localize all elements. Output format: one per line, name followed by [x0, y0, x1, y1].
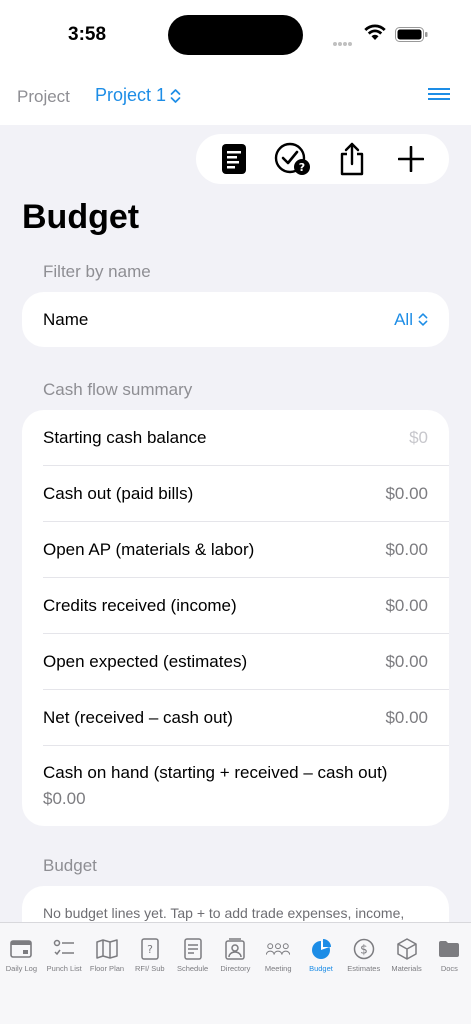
add-button[interactable]	[391, 139, 431, 179]
tab-label: Materials	[391, 964, 422, 973]
row-label: Cash on hand (starting + received – cash…	[43, 763, 388, 782]
row-label: Cash out (paid bills)	[43, 483, 194, 503]
net-value: $0.00	[385, 707, 428, 727]
cash-on-hand-value: $0.00	[43, 789, 86, 808]
review-status-button[interactable]: ?	[273, 139, 313, 179]
tab-label: Directory	[220, 964, 251, 973]
project-picker[interactable]: Project 1	[95, 85, 181, 106]
name-filter-value: All	[394, 309, 413, 329]
plus-icon	[398, 146, 425, 172]
tab-label: Meeting	[264, 964, 292, 973]
project-label: Project	[17, 87, 70, 106]
tab-label: RFI/ Sub	[134, 964, 165, 973]
share-icon	[340, 142, 364, 176]
starting-cash-row[interactable]: Starting cash balance $0	[43, 410, 449, 466]
row-label: Open expected (estimates)	[43, 651, 248, 671]
status-time: 3:58	[68, 24, 107, 45]
status-bar: 3:58	[0, 0, 471, 70]
schedule-icon	[181, 937, 205, 961]
name-filter-picker[interactable]: All	[394, 310, 428, 330]
cellular-signal-icon	[333, 33, 353, 51]
tab-schedule[interactable]: Schedule	[171, 937, 214, 1024]
svg-text:$: $	[360, 943, 368, 957]
tab-materials[interactable]: Materials	[385, 937, 428, 1024]
rfi-icon: ?	[138, 937, 162, 961]
estimates-icon: $	[352, 937, 376, 961]
budget-pie-icon	[309, 937, 333, 961]
page-title: Budget	[22, 198, 140, 236]
daily-log-icon	[9, 937, 33, 961]
tab-rfi-sub[interactable]: ? RFI/ Sub	[128, 937, 171, 1024]
svg-text:?: ?	[299, 161, 305, 174]
credits-received-value: $0.00	[385, 595, 428, 615]
open-expected-row: Open expected (estimates) $0.00	[43, 634, 449, 690]
open-ap-value: $0.00	[385, 539, 428, 559]
budget-section-header: Budget	[43, 856, 97, 875]
credits-received-row: Credits received (income) $0.00	[43, 578, 449, 634]
tab-directory[interactable]: Directory	[214, 937, 257, 1024]
chevron-up-down-icon	[418, 313, 428, 326]
row-label: Starting cash balance	[43, 427, 207, 447]
docs-folder-icon	[437, 937, 461, 961]
materials-icon	[395, 937, 419, 961]
tab-meeting[interactable]: Meeting	[257, 937, 300, 1024]
menu-icon[interactable]	[428, 88, 452, 106]
tab-label: Docs	[440, 964, 458, 973]
report-document-icon	[221, 144, 246, 174]
cash-out-value: $0.00	[385, 483, 428, 503]
tab-label: Floor Plan	[89, 964, 125, 973]
row-label: Net (received – cash out)	[43, 707, 233, 727]
filter-card: Name All	[22, 292, 449, 347]
action-toolbar: ?	[196, 134, 449, 184]
wifi-icon	[364, 24, 386, 40]
open-ap-row: Open AP (materials & labor) $0.00	[43, 522, 449, 578]
open-expected-value: $0.00	[385, 651, 428, 671]
meeting-icon	[266, 937, 291, 961]
floor-plan-icon	[95, 937, 119, 961]
tab-floor-plan[interactable]: Floor Plan	[86, 937, 129, 1024]
tab-label: Daily Log	[5, 964, 38, 973]
punch-list-icon	[52, 937, 76, 961]
cashflow-section-header: Cash flow summary	[43, 380, 193, 399]
share-button[interactable]	[332, 139, 372, 179]
svg-text:?: ?	[147, 943, 153, 956]
cash-out-row: Cash out (paid bills) $0.00	[43, 466, 449, 522]
name-filter-row[interactable]: Name All	[22, 292, 449, 347]
dynamic-island	[168, 15, 303, 55]
tab-estimates[interactable]: $ Estimates	[342, 937, 385, 1024]
tab-docs[interactable]: Docs	[428, 937, 471, 1024]
chevron-up-down-icon	[170, 88, 181, 103]
filter-section-header: Filter by name	[43, 262, 151, 281]
tab-label: Schedule	[176, 964, 209, 973]
cash-on-hand-row: Cash on hand (starting + received – cash…	[43, 746, 449, 826]
tab-punch-list[interactable]: Punch List	[43, 937, 86, 1024]
tab-bar: Daily Log Punch List Floor Plan ? RFI/ S…	[0, 922, 471, 1024]
checkmark-question-icon: ?	[274, 142, 310, 175]
starting-cash-value[interactable]: $0	[409, 428, 428, 448]
directory-icon	[223, 937, 247, 961]
row-label: Credits received (income)	[43, 595, 237, 615]
report-button[interactable]	[214, 139, 254, 179]
net-row: Net (received – cash out) $0.00	[43, 690, 449, 746]
nav-bar: Project Project 1	[0, 70, 471, 125]
tab-label: Budget	[309, 964, 333, 973]
cashflow-card: Starting cash balance $0 Cash out (paid …	[22, 410, 449, 826]
tab-label: Estimates	[347, 964, 381, 973]
tab-label: Punch List	[46, 964, 82, 973]
row-label: Open AP (materials & labor)	[43, 539, 255, 559]
tab-budget[interactable]: Budget	[300, 937, 343, 1024]
name-filter-label: Name	[43, 309, 89, 329]
tab-daily-log[interactable]: Daily Log	[0, 937, 43, 1024]
project-picker-value: Project 1	[95, 85, 167, 105]
battery-icon	[395, 27, 428, 42]
